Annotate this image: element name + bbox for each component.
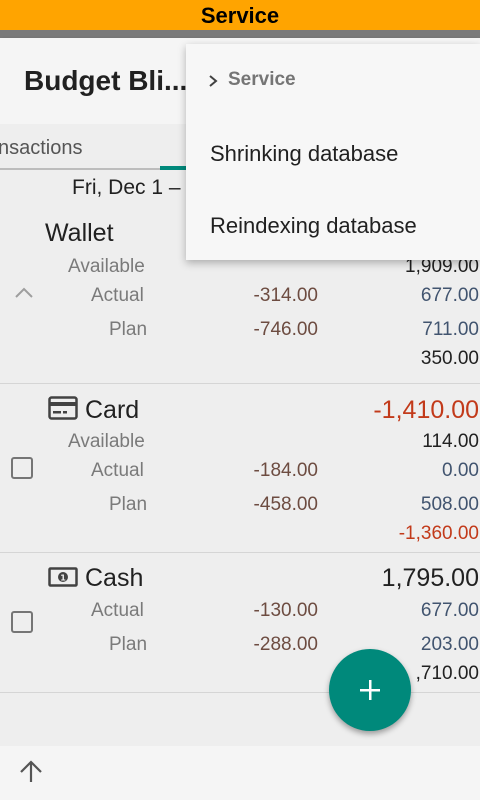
plan-total: ,710.00 [415,663,479,684]
plan-value: 203.00 [420,634,479,655]
plan-total: 350.00 [420,348,479,369]
svg-text:1: 1 [60,574,66,583]
plan-total: -1,360.00 [398,523,479,544]
account-balance: 1,795.00 [381,564,479,592]
plan-label: Plan [109,494,148,515]
account-name: Wallet [45,219,114,247]
plan-value: 508.00 [420,494,479,515]
account-checkbox[interactable] [11,457,33,479]
account-name: Card [85,396,140,424]
plan-spent: -746.00 [253,319,318,340]
account-name: Cash [85,564,144,592]
chevron-right-icon [209,75,218,87]
credit-card-icon [48,396,78,420]
bottom-bar [0,746,480,800]
actual-spent: -184.00 [253,460,318,481]
account-checkbox[interactable] [11,611,33,633]
tab-transactions[interactable]: nsactions [0,137,83,160]
available-label: Available [68,256,145,277]
arrow-up-icon[interactable] [18,759,44,785]
actual-spent: -314.00 [253,285,318,306]
actual-spent: -130.00 [253,600,318,621]
plan-label: Plan [109,319,148,340]
actual-label: Actual [91,285,144,306]
actual-label: Actual [91,600,144,621]
chevron-up-icon[interactable] [14,286,34,300]
plus-icon [360,680,380,700]
actual-label: Actual [91,460,144,481]
menu-header[interactable]: Service [228,69,296,91]
cash-icon: 1 [48,567,78,587]
plan-value: 711.00 [422,319,479,340]
tab-underline [0,168,160,170]
period-label[interactable]: Fri, Dec 1 – [72,176,181,200]
plan-spent: -458.00 [253,494,318,515]
actual-value: 677.00 [420,285,479,306]
available-label: Available [68,431,145,452]
available-value: 114.00 [422,431,479,452]
account-card-card[interactable]: Card -1,410.00 Available 114.00 Actual -… [0,384,480,553]
menu-item-shrink-database[interactable]: Shrinking database [210,141,398,167]
account-balance: -1,410.00 [373,396,479,424]
plan-label: Plan [109,634,148,655]
actual-value: 0.00 [442,460,479,481]
actual-value: 677.00 [420,600,479,621]
add-transaction-button[interactable] [329,649,411,731]
menu-item-reindex-database[interactable]: Reindexing database [210,213,417,239]
service-menu: Service Shrinking database Reindexing da… [186,44,480,260]
plan-spent: -288.00 [253,634,318,655]
status-banner: Service [0,0,480,30]
app-title: Budget Bli... [24,65,188,96]
banner-divider [0,30,480,38]
